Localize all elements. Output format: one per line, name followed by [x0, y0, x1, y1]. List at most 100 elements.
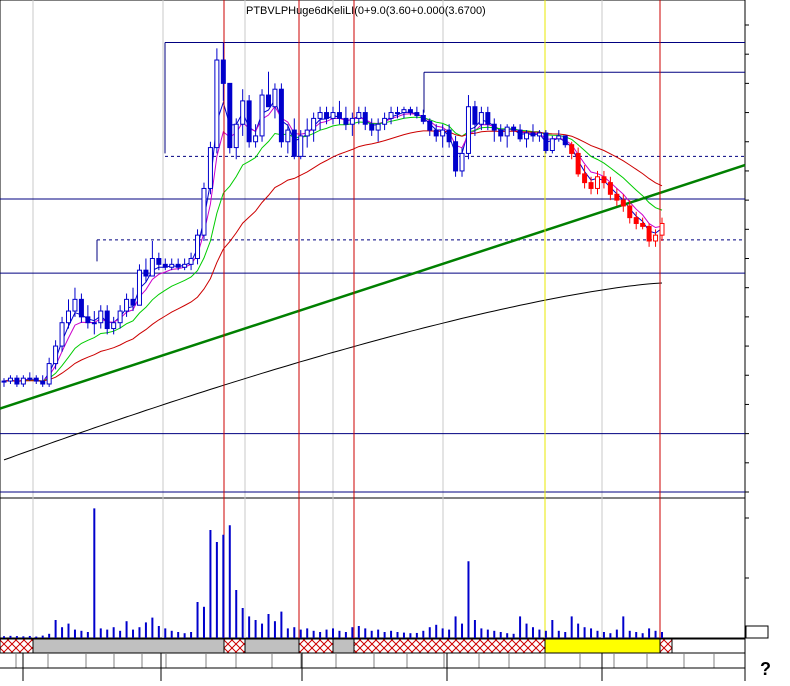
candle-body [182, 263, 188, 268]
candle-body [556, 135, 562, 140]
candle-body [420, 114, 426, 122]
candle-body [543, 132, 549, 152]
candle-body [298, 135, 304, 157]
candle-body [485, 112, 491, 125]
candle-body [498, 129, 504, 137]
candle-body [388, 112, 394, 119]
candle-body [414, 112, 420, 116]
candle-body [627, 205, 633, 219]
candle-body [491, 123, 497, 131]
candle-body [653, 234, 659, 242]
candle-body [188, 258, 194, 265]
candle-body [272, 88, 278, 108]
candle-body [169, 263, 175, 268]
candle-body [640, 222, 646, 227]
candle-body [253, 135, 259, 143]
candle-body [136, 269, 142, 306]
candle-body [427, 120, 433, 131]
candle-body [46, 363, 52, 385]
candle-body [659, 222, 665, 236]
candle-body [504, 126, 510, 137]
signal-bar-segment [544, 638, 661, 654]
candle-body [14, 377, 20, 385]
candle-body [459, 152, 465, 172]
candle-body [104, 310, 110, 330]
candle-body [530, 132, 536, 137]
candle-body [395, 112, 401, 115]
candle-body [78, 298, 84, 318]
candle-body [304, 129, 310, 137]
candle-body [201, 187, 207, 236]
candle-body [214, 59, 220, 149]
candle-body [98, 310, 104, 324]
candle-body [324, 112, 330, 119]
candle-body [511, 126, 517, 131]
signal-bar-segment [332, 638, 355, 654]
candle-body [278, 88, 284, 143]
candle-body [536, 132, 542, 137]
candle-body [433, 129, 439, 137]
candle-body [227, 82, 233, 149]
candle-body [311, 117, 317, 131]
candle-body [575, 152, 581, 175]
candle-body [569, 144, 575, 154]
chart-title: PTBVLPHuge6dKeliLI(0+9.0(3.60+0.000(3.67… [246, 5, 486, 17]
candle-body [356, 112, 362, 119]
candle-body [143, 269, 149, 277]
candle-body [149, 258, 155, 277]
candle-body [472, 106, 478, 125]
candle-body [53, 345, 59, 365]
help-glyph: ? [760, 659, 771, 679]
candle-body [220, 59, 226, 84]
candle-body [407, 109, 413, 114]
candle-body [633, 217, 639, 224]
candle-body [382, 117, 388, 125]
candle-body [111, 322, 117, 330]
candle-body [66, 310, 72, 324]
candle-body [1, 380, 7, 383]
candle-body [362, 112, 368, 125]
stock-chart: PTBVLPHuge6dKeliLI(0+9.0(3.60+0.000(3.67… [0, 0, 790, 681]
candle-body [59, 322, 65, 347]
candle-body [614, 193, 620, 201]
candle-body [517, 129, 523, 140]
candle-body [195, 234, 201, 259]
signal-bar-hatch [298, 638, 334, 654]
volume-multiplier-box [745, 625, 769, 639]
candle-body [453, 141, 459, 172]
candle-body [291, 129, 297, 157]
signal-bar-hatch [353, 638, 546, 654]
candle-body [446, 129, 452, 143]
candle-body [33, 377, 39, 382]
candle-body [588, 182, 594, 189]
candle-body [259, 94, 265, 137]
candle-body [233, 123, 239, 149]
candle-body [117, 310, 123, 324]
candle-body [72, 298, 78, 312]
candle-body [162, 263, 168, 268]
candle-body [240, 100, 246, 125]
candle-body [594, 176, 600, 189]
signal-bar-hatch [659, 638, 673, 654]
candle-body [130, 298, 136, 306]
candle-body [620, 199, 626, 207]
candle-body [7, 377, 13, 382]
signal-bar-segment [32, 638, 225, 654]
candle-body [440, 129, 446, 137]
signal-bar-hatch [0, 638, 34, 654]
candle-body [375, 123, 381, 131]
candle-body [20, 377, 26, 385]
candle-body [601, 176, 607, 184]
chart-stage: PTBVLPHuge6dKeliLI(0+9.0(3.60+0.000(3.67… [0, 0, 790, 681]
candle-body [562, 135, 568, 146]
candle-body [156, 258, 162, 265]
signal-bar-hatch [223, 638, 246, 654]
candle-body [582, 173, 588, 184]
candle-body [524, 132, 530, 140]
candle-body [478, 112, 484, 125]
candle-body [40, 380, 46, 385]
candle-body [207, 147, 213, 189]
candle-body [401, 109, 407, 114]
candle-body [549, 138, 555, 152]
candle-body [265, 94, 271, 108]
